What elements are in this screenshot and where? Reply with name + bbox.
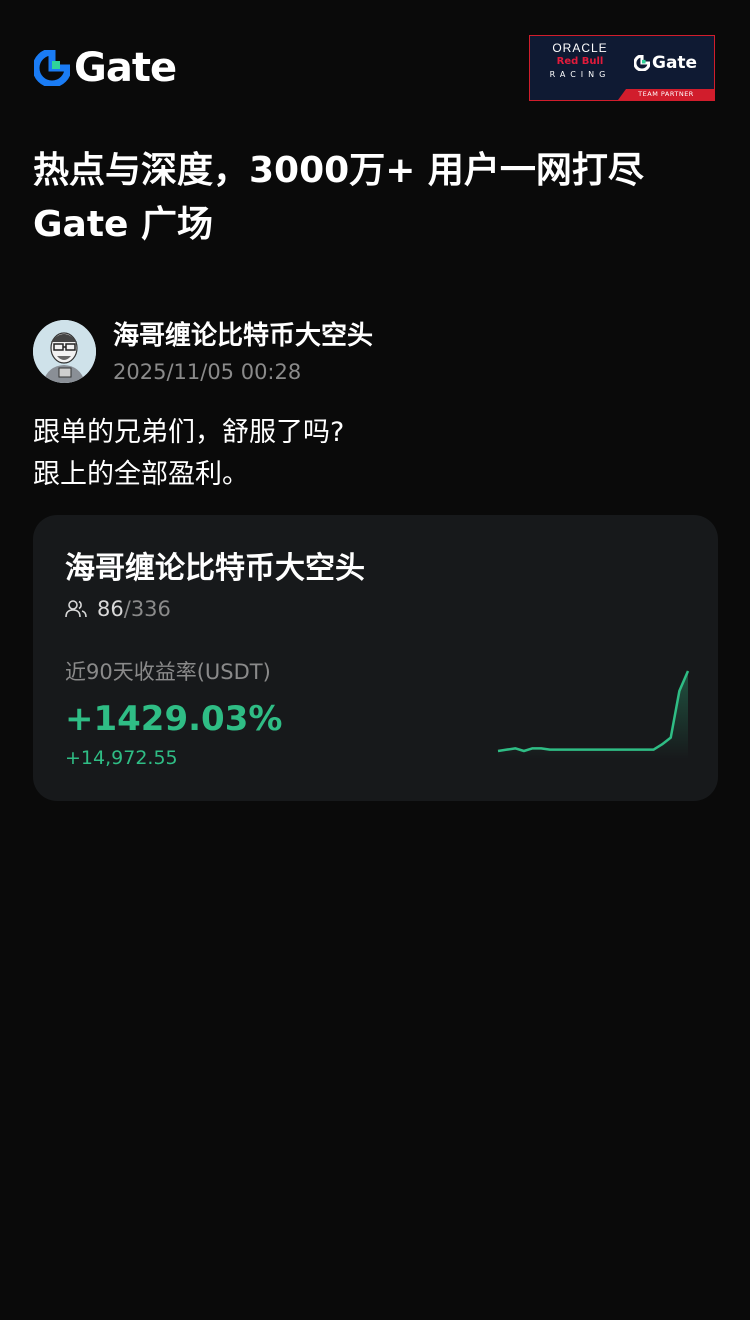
oracle-text: ORACLE [552,41,608,55]
redbull-text: Red Bull [556,56,604,67]
post-line-1: 跟单的兄弟们，舒服了吗? [33,417,345,448]
headline-line-2: Gate 广场 [33,204,214,245]
avatar-illustration [33,320,96,383]
users-icon [65,600,87,618]
followers-separator: / [123,597,131,621]
page: Gate ORACLE Red Bull RACING Gate TEAM PA… [0,0,750,1320]
headline-line-1: 热点与深度，3000万+ 用户一网打尽 [33,150,644,191]
gate-logo-text: Gate [74,45,177,91]
post-content: 跟单的兄弟们，舒服了吗? 跟上的全部盈利。 [33,412,723,496]
header: Gate ORACLE Red Bull RACING Gate TEAM PA… [0,0,750,120]
copy-trade-card[interactable]: 海哥缠论比特币大空头 86/336 近90天收益率(USDT) +1429.03… [33,515,718,801]
post-timestamp: 2025/11/05 00:28 [113,360,302,384]
gate-logo-icon [34,50,70,86]
author-name[interactable]: 海哥缠论比特币大空头 [113,318,373,354]
roi-value: +1429.03% [65,699,283,739]
sparkline-line [497,670,690,753]
followers-max: 336 [130,597,171,621]
partner-gate-text: Gate [652,53,698,73]
team-partner-badge: ORACLE Red Bull RACING Gate TEAM PARTNER [529,35,715,101]
post-line-2: 跟上的全部盈利。 [33,459,249,490]
partner-gate-logo: Gate [634,51,697,75]
oracle-redbull-mark: ORACLE Red Bull RACING [536,42,624,90]
gate-logo[interactable]: Gate [34,45,177,91]
racing-text: RACING [549,70,611,79]
gate-mark-icon [634,55,650,71]
headline: 热点与深度，3000万+ 用户一网打尽 Gate 广场 [33,144,723,252]
roi-label: 近90天收益率(USDT) [65,660,271,684]
author-avatar[interactable] [33,320,96,383]
pnl-value: +14,972.55 [65,747,178,769]
team-partner-strip: TEAM PARTNER [618,89,714,100]
followers-count: 86/336 [65,595,171,623]
roi-sparkline [497,670,690,759]
trader-name: 海哥缠论比特币大空头 [65,551,365,586]
followers-current: 86 [97,597,124,621]
